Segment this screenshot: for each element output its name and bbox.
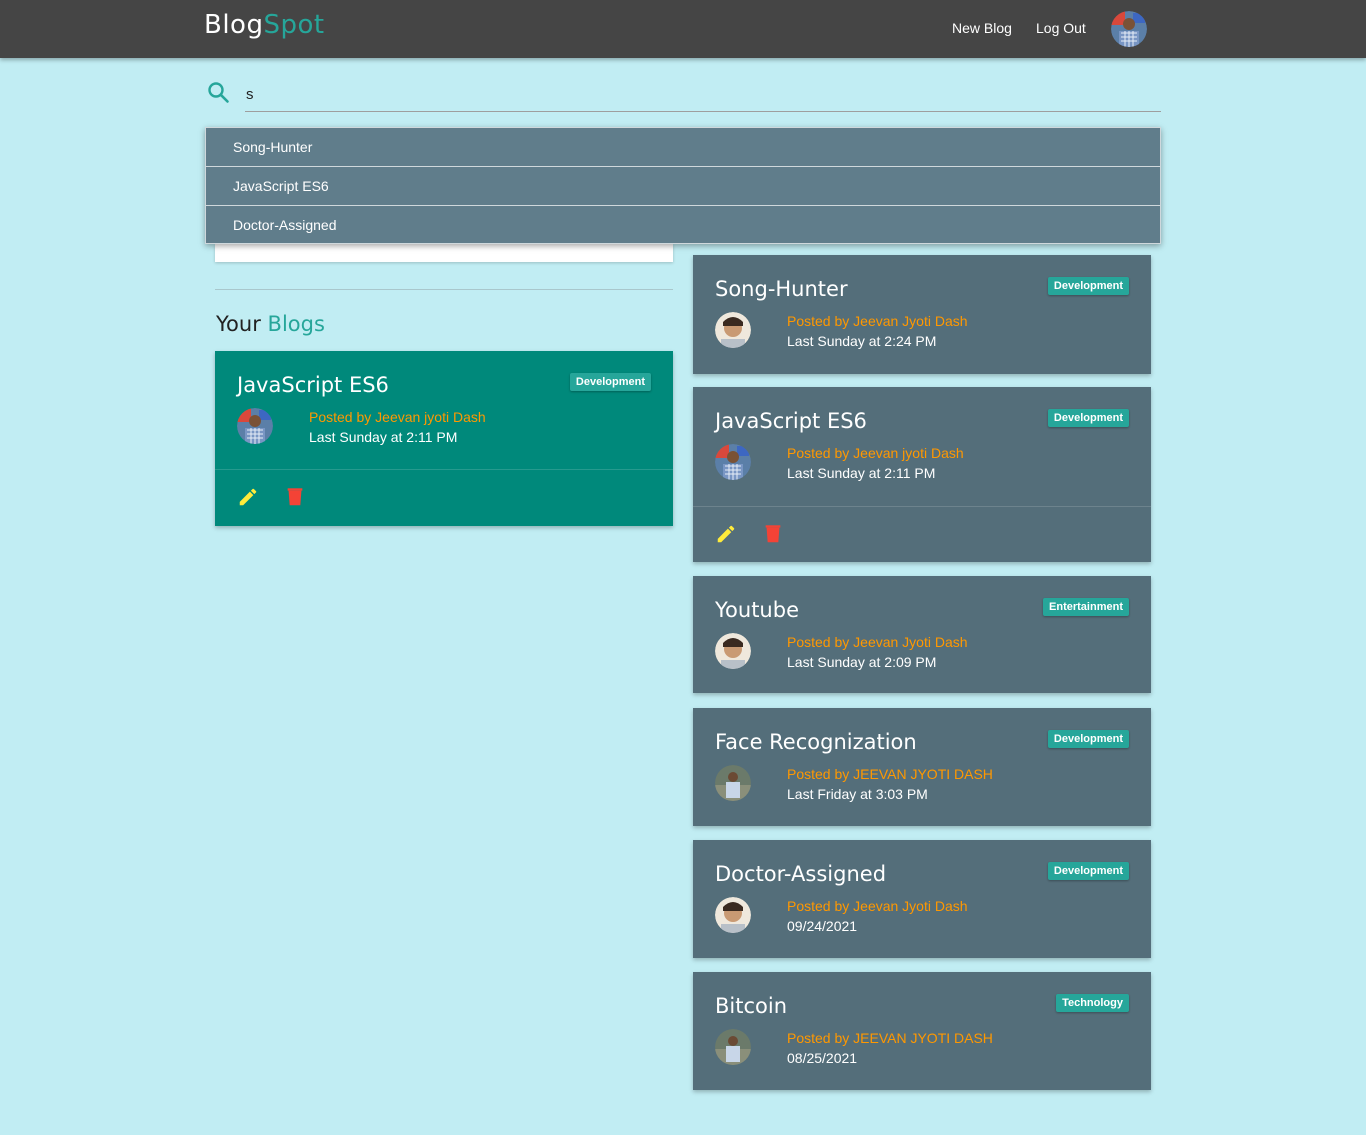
card-actions [215,469,673,526]
card-title[interactable]: JavaScript ES6 [237,373,389,397]
avatar-photo-icon [237,408,273,444]
avatar-photo-icon [1111,11,1147,47]
brand-spot: Spot [263,10,325,40]
category-badge: Development [1047,277,1129,295]
post-date: Last Sunday at 2:11 PM [309,429,458,445]
avatar-photo-icon [715,633,751,669]
author-avatar [715,444,751,480]
author-name: Posted by Jeevan jyoti Dash [309,409,486,425]
delete-trash-icon[interactable] [762,523,784,545]
profile-card [215,244,673,262]
post-date: Last Sunday at 2:11 PM [787,465,936,481]
author-name: Posted by Jeevan Jyoti Dash [787,313,968,329]
search-suggestions-dropdown: Song-Hunter JavaScript ES6 Doctor-Assign… [205,127,1161,244]
feed-card-song-hunter[interactable]: Song-Hunter Development Posted by Jeevan… [693,255,1151,374]
user-avatar[interactable] [1111,11,1147,47]
logout-link[interactable]: Log Out [1036,20,1086,36]
category-badge: Development [1047,730,1129,748]
brand-blog: Blog [204,10,264,40]
post-date: Last Sunday at 2:09 PM [787,654,937,670]
author-avatar [715,1029,751,1065]
author-name: Posted by JEEVAN JYOTI DASH [787,766,993,782]
edit-pencil-icon[interactable] [715,523,737,545]
author-avatar [237,408,273,444]
author-avatar [715,312,751,348]
avatar-photo-icon [715,1029,751,1065]
new-blog-link[interactable]: New Blog [952,20,1012,36]
your-blogs-heading-part1: Your [216,312,261,336]
card-title[interactable]: JavaScript ES6 [715,409,867,433]
author-name: Posted by Jeevan Jyoti Dash [787,634,968,650]
navbar: BlogSpot New Blog Log Out [0,0,1366,58]
category-badge: Development [1047,409,1129,427]
post-date: Last Friday at 3:03 PM [787,786,928,802]
avatar-photo-icon [715,444,751,480]
author-avatar [715,897,751,933]
card-title[interactable]: Face Recognization [715,730,917,754]
author-avatar [715,765,751,801]
delete-trash-icon[interactable] [284,486,306,508]
author-name: Posted by Jeevan jyoti Dash [787,445,964,461]
category-badge: Technology [1056,994,1129,1012]
suggestion-song-hunter[interactable]: Song-Hunter [206,128,1160,167]
feed-card-doctor-assigned[interactable]: Doctor-Assigned Development Posted by Je… [693,840,1151,958]
avatar-photo-icon [715,765,751,801]
your-blogs-heading-part2: Blogs [267,312,325,336]
your-blogs-heading: Your Blogs [216,312,325,336]
card-actions [693,506,1151,562]
suggestion-javascript-es6[interactable]: JavaScript ES6 [206,167,1160,206]
feed-card-face-recognization[interactable]: Face Recognization Development Posted by… [693,708,1151,826]
brand-logo[interactable]: BlogSpot [204,10,325,40]
feed-card-javascript-es6[interactable]: JavaScript ES6 Development Posted by Jee… [693,387,1151,562]
search-input[interactable] [245,78,1161,112]
section-divider [215,289,673,290]
category-badge: Development [1047,862,1129,880]
author-name: Posted by JEEVAN JYOTI DASH [787,1030,993,1046]
search-icon [208,82,229,103]
feed-card-bitcoin[interactable]: Bitcoin Technology Posted by JEEVAN JYOT… [693,972,1151,1090]
post-date: 09/24/2021 [787,918,858,934]
card-title[interactable]: Youtube [715,598,799,622]
author-name: Posted by Jeevan Jyoti Dash [787,898,968,914]
edit-pencil-icon[interactable] [237,486,259,508]
your-blog-card[interactable]: JavaScript ES6 Development Posted by Jee… [215,351,673,526]
post-date: 08/25/2021 [787,1050,858,1066]
avatar-photo-icon [715,897,751,933]
card-title[interactable]: Song-Hunter [715,277,848,301]
card-title[interactable]: Doctor-Assigned [715,862,886,886]
post-date: Last Sunday at 2:24 PM [787,333,937,349]
avatar-photo-icon [715,312,751,348]
category-badge: Entertainment [1043,598,1129,616]
author-avatar [715,633,751,669]
category-badge: Development [569,373,651,391]
suggestion-doctor-assigned[interactable]: Doctor-Assigned [206,206,1160,245]
card-title[interactable]: Bitcoin [715,994,787,1018]
feed-card-youtube[interactable]: Youtube Entertainment Posted by Jeevan J… [693,576,1151,693]
